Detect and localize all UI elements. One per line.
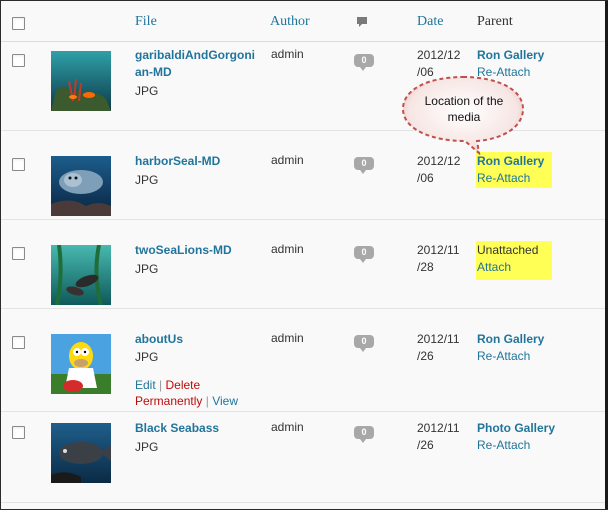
author-name[interactable]: admin: [271, 420, 304, 434]
action-separator: |: [159, 378, 163, 392]
date-line: /28: [417, 260, 434, 274]
file-title-link[interactable]: aboutUs: [135, 331, 260, 348]
media-thumbnail[interactable]: [51, 51, 111, 111]
harbor-seal-thumbnail: [51, 156, 111, 216]
delete-label: Delete: [165, 378, 201, 392]
comment-count-badge[interactable]: 0: [354, 157, 374, 174]
date-line: 2012/12: [417, 154, 461, 168]
media-thumbnail[interactable]: [51, 156, 111, 216]
comments-icon[interactable]: [356, 16, 368, 28]
reattach-link[interactable]: Re-Attach: [477, 349, 530, 363]
action-separator: |: [205, 394, 209, 408]
date-line: /26: [417, 438, 434, 452]
author-name[interactable]: admin: [271, 242, 304, 256]
upload-date: 2012/11 /26: [417, 420, 467, 454]
row-checkbox[interactable]: [12, 247, 25, 260]
parent-cell: Ron Gallery Re-Attach: [477, 153, 544, 187]
select-all-checkbox[interactable]: [12, 17, 25, 30]
underwater-reef-thumbnail: [51, 51, 111, 111]
file-type: JPG: [135, 350, 159, 364]
parent-cell: Photo Gallery Re-Attach: [477, 420, 555, 454]
parent-status: Unattached: [477, 243, 539, 257]
reattach-link[interactable]: Re-Attach: [477, 171, 530, 185]
row-checkbox[interactable]: [12, 54, 25, 67]
column-date[interactable]: Date: [417, 14, 443, 30]
row-actions: Edit | Delete Permanently | View: [135, 377, 238, 409]
cartoon-character-thumbnail: [51, 334, 111, 394]
row-checkbox[interactable]: [12, 426, 25, 439]
date-line: /06: [417, 171, 434, 185]
file-type: JPG: [135, 84, 159, 98]
upload-date: 2012/11 /28: [417, 242, 467, 276]
date-line: 2012/11: [417, 243, 460, 257]
row-checkbox[interactable]: [12, 158, 25, 171]
parent-link[interactable]: Ron Gallery: [477, 332, 544, 346]
upload-date: 2012/11 /26: [417, 331, 467, 365]
file-type: JPG: [135, 440, 159, 454]
parent-link[interactable]: Ron Gallery: [477, 48, 544, 62]
file-type: JPG: [135, 262, 159, 276]
file-title-line: an-MD: [135, 65, 172, 79]
table-row: Black Seabass JPG admin 0 2012/11 /26 Ph…: [1, 412, 605, 503]
reattach-link[interactable]: Re-Attach: [477, 438, 530, 452]
edit-link[interactable]: Edit: [135, 378, 156, 392]
date-line: /26: [417, 349, 434, 363]
file-type: JPG: [135, 173, 159, 187]
parent-link[interactable]: Photo Gallery: [477, 421, 555, 435]
date-line: 2012/11: [417, 332, 460, 346]
date-line: 2012/12: [417, 48, 461, 62]
black-seabass-thumbnail: [51, 423, 111, 483]
media-library-panel: File Author Date Parent garibaldiAndGorg…: [0, 0, 608, 510]
table-header: File Author Date Parent: [1, 1, 605, 42]
row-checkbox[interactable]: [12, 336, 25, 349]
file-title-link[interactable]: garibaldiAndGorgoni an-MD: [135, 47, 260, 81]
table-row: twoSeaLions-MD JPG admin 0 2012/11 /28 U…: [1, 220, 605, 309]
file-title-link[interactable]: twoSeaLions-MD: [135, 242, 260, 259]
file-title-link[interactable]: harborSeal-MD: [135, 153, 260, 170]
callout-text: Location of the media: [424, 94, 504, 124]
file-title-link[interactable]: Black Seabass: [135, 420, 260, 437]
parent-cell: Ron Gallery Re-Attach: [477, 331, 544, 365]
media-thumbnail[interactable]: [51, 245, 111, 305]
date-line: 2012/11: [417, 421, 460, 435]
file-title-line: garibaldiAndGorgoni: [135, 48, 255, 62]
sea-lions-thumbnail: [51, 245, 111, 305]
column-file[interactable]: File: [135, 14, 157, 30]
column-parent: Parent: [477, 14, 513, 29]
attach-link[interactable]: Attach: [477, 260, 511, 274]
author-name[interactable]: admin: [271, 153, 304, 167]
comment-count-badge[interactable]: 0: [354, 54, 374, 71]
parent-link[interactable]: Ron Gallery: [477, 154, 544, 168]
media-thumbnail[interactable]: [51, 334, 111, 394]
media-thumbnail[interactable]: [51, 423, 111, 483]
permanently-label: Permanently: [135, 394, 203, 408]
parent-cell: Unattached Attach: [477, 242, 538, 276]
column-author[interactable]: Author: [270, 14, 310, 30]
comment-count-badge[interactable]: 0: [354, 426, 374, 443]
table-row: aboutUs JPG Edit | Delete Permanently | V…: [1, 309, 605, 412]
view-link[interactable]: View: [212, 394, 238, 408]
comment-count-badge[interactable]: 0: [354, 246, 374, 263]
author-name[interactable]: admin: [271, 331, 304, 345]
upload-date: 2012/12 /06: [417, 153, 467, 187]
comment-count-badge[interactable]: 0: [354, 335, 374, 352]
author-name[interactable]: admin: [271, 47, 304, 61]
